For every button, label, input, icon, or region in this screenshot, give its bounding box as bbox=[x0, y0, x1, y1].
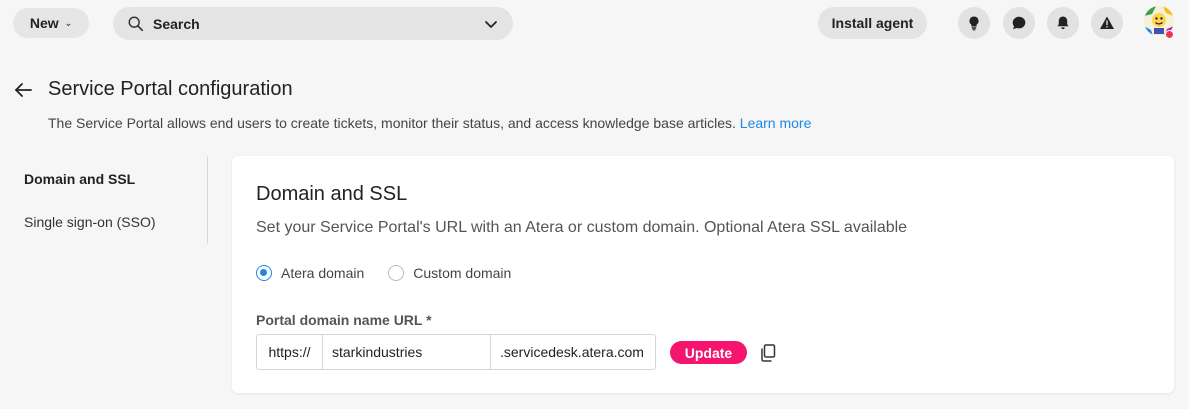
alerts-button[interactable] bbox=[1091, 7, 1123, 39]
search-bar[interactable]: Search bbox=[113, 7, 513, 40]
sidenav-item-domain-ssl[interactable]: Domain and SSL bbox=[24, 171, 135, 187]
card-description: Set your Service Portal's URL with an At… bbox=[256, 219, 908, 236]
top-bar: New ⌄ Search Install agent bbox=[0, 0, 1189, 46]
back-arrow-icon[interactable] bbox=[13, 80, 33, 100]
settings-sidenav: Domain and SSL Single sign-on (SSO) bbox=[0, 156, 208, 244]
install-agent-button[interactable]: Install agent bbox=[818, 7, 927, 39]
page-description: The Service Portal allows end users to c… bbox=[48, 115, 811, 131]
portal-domain-field-label: Portal domain name URL * bbox=[256, 312, 432, 328]
domain-ssl-card: Domain and SSL Set your Service Portal's… bbox=[232, 156, 1174, 393]
atera-domain-label[interactable]: Atera domain bbox=[281, 265, 364, 281]
page-title: Service Portal configuration bbox=[48, 78, 293, 100]
update-button[interactable]: Update bbox=[670, 341, 747, 364]
status-badge bbox=[1165, 30, 1174, 39]
lightbulb-icon bbox=[969, 16, 979, 31]
bell-icon bbox=[1057, 16, 1069, 30]
sidenav-item-sso[interactable]: Single sign-on (SSO) bbox=[24, 214, 156, 230]
chevron-down-icon: ⌄ bbox=[64, 17, 73, 28]
page-description-text: The Service Portal allows end users to c… bbox=[48, 115, 736, 131]
portal-url-input-group: https:// .servicedesk.atera.com bbox=[256, 334, 656, 370]
sidenav-divider bbox=[207, 156, 208, 244]
notifications-button[interactable] bbox=[1047, 7, 1079, 39]
new-button-label: New bbox=[29, 15, 59, 31]
url-prefix: https:// bbox=[257, 335, 323, 369]
url-suffix: .servicedesk.atera.com bbox=[500, 344, 644, 360]
install-agent-label: Install agent bbox=[831, 15, 914, 31]
warning-icon bbox=[1100, 16, 1114, 29]
lightbulb-button[interactable] bbox=[958, 7, 990, 39]
copy-icon[interactable] bbox=[760, 344, 776, 362]
chat-button[interactable] bbox=[1003, 7, 1035, 39]
chat-icon bbox=[1012, 16, 1026, 30]
card-title: Domain and SSL bbox=[256, 183, 408, 205]
custom-domain-label[interactable]: Custom domain bbox=[413, 265, 511, 281]
learn-more-link[interactable]: Learn more bbox=[740, 115, 812, 131]
chevron-down-icon[interactable] bbox=[483, 16, 499, 32]
domain-type-radio-group: Atera domain Custom domain bbox=[256, 265, 535, 281]
new-button[interactable]: New ⌄ bbox=[13, 8, 89, 38]
search-icon bbox=[128, 16, 144, 31]
search-label: Search bbox=[153, 15, 200, 32]
custom-domain-radio[interactable] bbox=[388, 265, 405, 281]
portal-subdomain-input[interactable] bbox=[323, 335, 491, 369]
atera-domain-radio[interactable] bbox=[256, 265, 272, 281]
